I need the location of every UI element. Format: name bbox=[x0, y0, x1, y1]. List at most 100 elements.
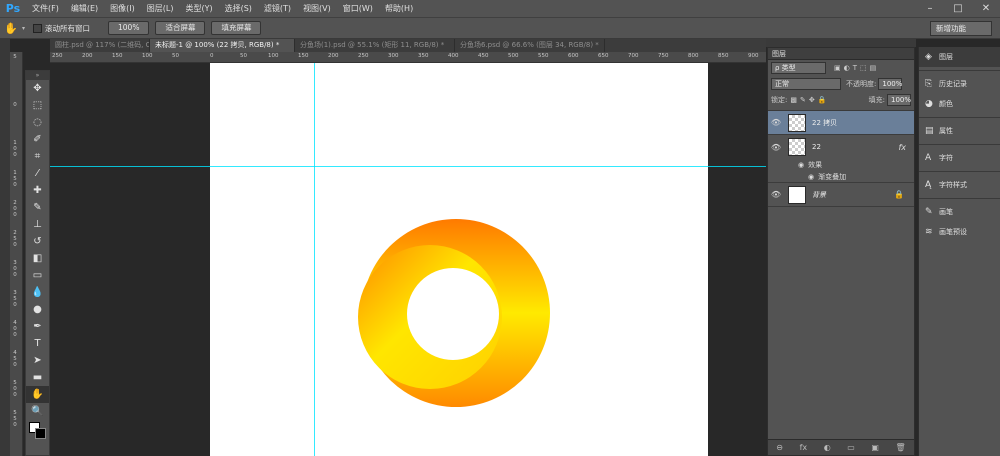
visibility-eye-icon[interactable]: 👁 bbox=[768, 190, 784, 199]
dodge-tool-icon[interactable]: ● bbox=[26, 301, 49, 318]
new-layer-icon[interactable]: ▣ bbox=[871, 443, 879, 452]
tab-document-4[interactable]: 分鱼场6.psd @ 66.6% (图层 34, RGB/8) * bbox=[455, 39, 605, 52]
menu-view[interactable]: 视图(V) bbox=[297, 0, 337, 17]
pasteboard[interactable] bbox=[50, 63, 766, 456]
menu-window[interactable]: 窗口(W) bbox=[337, 0, 379, 17]
ruler-v-label: 3 5 0 bbox=[13, 290, 17, 308]
history-brush-tool-icon[interactable]: ↺ bbox=[26, 233, 49, 250]
tab-document-3[interactable]: 分鱼场(1).psd @ 55.1% (矩形 11, RGB/8) * bbox=[295, 39, 455, 52]
gradient-overlay-row[interactable]: ◉ 渐变叠加 bbox=[768, 171, 914, 183]
color-swatches[interactable] bbox=[26, 420, 49, 444]
fill-screen-button[interactable]: 填充屏幕 bbox=[211, 21, 262, 35]
menu-select[interactable]: 选择(S) bbox=[219, 0, 258, 17]
stamp-tool-icon[interactable]: ⊥ bbox=[26, 216, 49, 233]
tab-document-2[interactable]: 未标题-1 @ 100% (22 拷贝, RGB/8) * bbox=[150, 39, 295, 52]
dock-item-character-styles[interactable]: Ą 字符样式 bbox=[919, 175, 1000, 195]
layers-panel-title[interactable]: 图层 bbox=[768, 48, 914, 60]
toolbox-collapse-icon[interactable]: » bbox=[26, 71, 49, 80]
dock-item-character[interactable]: A 字符 bbox=[919, 148, 1000, 168]
marquee-tool-icon[interactable]: ⬚ bbox=[26, 97, 49, 114]
adjustment-layer-icon[interactable]: ◐ bbox=[824, 443, 831, 452]
menu-bar: Ps 文件(F) 编辑(E) 图像(I) 图层(L) 类型(Y) 选择(S) 滤… bbox=[0, 0, 1000, 17]
background-color-swatch[interactable] bbox=[35, 428, 46, 439]
minimize-button[interactable]: – bbox=[916, 0, 944, 17]
menu-image[interactable]: 图像(I) bbox=[104, 0, 141, 17]
blur-tool-icon[interactable]: 💧 bbox=[26, 284, 49, 301]
ruler-v-label: 5 0 0 bbox=[13, 380, 17, 398]
pen-tool-icon[interactable]: ✒ bbox=[26, 318, 49, 335]
link-layers-icon[interactable]: ⊖ bbox=[776, 443, 783, 452]
shape-tool-icon[interactable]: ▬ bbox=[26, 369, 49, 386]
crop-tool-icon[interactable]: ⌗ bbox=[26, 148, 49, 165]
delete-layer-icon[interactable]: 🗑 bbox=[896, 443, 906, 452]
ruler-v-label: 2 5 0 bbox=[13, 230, 17, 248]
blend-mode-select[interactable]: 正常 bbox=[771, 78, 841, 90]
layer-filter-icons[interactable]: ▣◐T⬚▤ bbox=[834, 64, 879, 72]
vertical-guide[interactable] bbox=[314, 63, 315, 456]
horizontal-guide[interactable] bbox=[50, 166, 766, 167]
panel-collapse-strip[interactable] bbox=[766, 39, 916, 47]
color-icon: ◕ bbox=[925, 99, 933, 109]
brush-tool-icon[interactable]: ✎ bbox=[26, 199, 49, 216]
opacity-input[interactable]: 100% bbox=[878, 78, 902, 90]
menu-type[interactable]: 类型(Y) bbox=[179, 0, 218, 17]
dock-item-properties[interactable]: ▤ 属性 bbox=[919, 121, 1000, 141]
menu-help[interactable]: 帮助(H) bbox=[379, 0, 419, 17]
fill-input[interactable]: 100% bbox=[887, 94, 911, 106]
horizontal-ruler[interactable]: 250 200 150 100 50 0 50 100 150 200 250 … bbox=[50, 52, 766, 63]
eyedropper-tool-icon[interactable]: ⁄ bbox=[26, 165, 49, 182]
zoom-tool-icon[interactable]: 🔍 bbox=[26, 403, 49, 420]
lock-icons[interactable]: ▩✎✥🔒 bbox=[790, 96, 829, 104]
quick-select-tool-icon[interactable]: ✐ bbox=[26, 131, 49, 148]
vertical-ruler[interactable]: 5 0 1 0 0 1 5 0 2 0 0 2 5 0 3 0 0 3 5 0 … bbox=[10, 52, 23, 456]
dock-item-color[interactable]: ◕ 颜色 bbox=[919, 94, 1000, 114]
fit-screen-button[interactable]: 适合屏幕 bbox=[155, 21, 206, 35]
menu-filter[interactable]: 滤镜(T) bbox=[258, 0, 297, 17]
dock-item-brush-presets[interactable]: ≋ 画笔预设 bbox=[919, 222, 1000, 242]
add-style-icon[interactable]: fx bbox=[800, 443, 808, 452]
layer-thumbnail bbox=[788, 113, 806, 132]
dock-label: 颜色 bbox=[939, 100, 953, 108]
effect-eye-icon[interactable]: ◉ bbox=[798, 161, 804, 169]
layer-filter-select[interactable]: ρ 类型 bbox=[771, 62, 826, 74]
hand-tool-icon[interactable]: ✋ bbox=[26, 386, 49, 403]
healing-tool-icon[interactable]: ✚ bbox=[26, 182, 49, 199]
window-controls: – □ ✕ bbox=[916, 0, 1000, 17]
effects-row[interactable]: ◉ 效果 bbox=[768, 159, 914, 171]
visibility-eye-icon[interactable]: 👁 bbox=[768, 118, 784, 127]
type-tool-icon[interactable]: T bbox=[26, 335, 49, 352]
menu-layer[interactable]: 图层(L) bbox=[141, 0, 180, 17]
group-icon[interactable]: ▭ bbox=[847, 443, 855, 452]
layer-row-22-copy[interactable]: 👁 22 拷贝 bbox=[768, 111, 914, 135]
dock-item-layers[interactable]: ◈ 图层 bbox=[919, 47, 1000, 67]
path-select-tool-icon[interactable]: ➤ bbox=[26, 352, 49, 369]
maximize-button[interactable]: □ bbox=[944, 0, 972, 17]
dock-item-brush[interactable]: ✎ 画笔 bbox=[919, 202, 1000, 222]
ruler-h-label: 700 bbox=[628, 53, 639, 59]
lasso-tool-icon[interactable]: ◌ bbox=[26, 114, 49, 131]
eraser-tool-icon[interactable]: ◧ bbox=[26, 250, 49, 267]
move-tool-icon[interactable]: ✥ bbox=[26, 80, 49, 97]
zoom-100-button[interactable]: 100% bbox=[108, 21, 150, 35]
scroll-all-checkbox[interactable] bbox=[33, 23, 43, 33]
panel-dock: ◈ 图层 ⎘ 历史记录 ◕ 颜色 ▤ 属性 A 字符 Ą 字符样式 ✎ 画笔 ≋… bbox=[918, 47, 1000, 456]
gradient-tool-icon[interactable]: ▭ bbox=[26, 267, 49, 284]
dock-item-history[interactable]: ⎘ 历史记录 bbox=[919, 74, 1000, 94]
visibility-eye-icon[interactable]: 👁 bbox=[768, 143, 784, 152]
close-button[interactable]: ✕ bbox=[972, 0, 1000, 17]
hand-tool-icon[interactable]: ✋ bbox=[0, 22, 22, 35]
effect-eye-icon[interactable]: ◉ bbox=[808, 173, 814, 181]
menu-file[interactable]: 文件(F) bbox=[26, 0, 65, 17]
menu-edit[interactable]: 编辑(E) bbox=[65, 0, 104, 17]
layer-row-background[interactable]: 👁 背景 🔒 bbox=[768, 183, 914, 207]
document-canvas[interactable] bbox=[210, 63, 708, 456]
tab-document-1[interactable]: 圆柱.psd @ 117% (二维码, CMYK/8) * bbox=[50, 39, 150, 52]
layer-row-22[interactable]: 👁 22 fx bbox=[768, 135, 914, 159]
ruler-h-label: 550 bbox=[538, 53, 549, 59]
layer-fx-icon[interactable]: fx bbox=[898, 143, 906, 152]
ring-artwork[interactable] bbox=[210, 63, 708, 456]
workspace-select[interactable]: 新增功能 bbox=[930, 20, 992, 36]
tool-preset-chevron-icon[interactable]: ▾ bbox=[22, 25, 25, 32]
ruler-h-label: 900 bbox=[748, 53, 759, 59]
layer-thumbnail bbox=[788, 185, 806, 204]
